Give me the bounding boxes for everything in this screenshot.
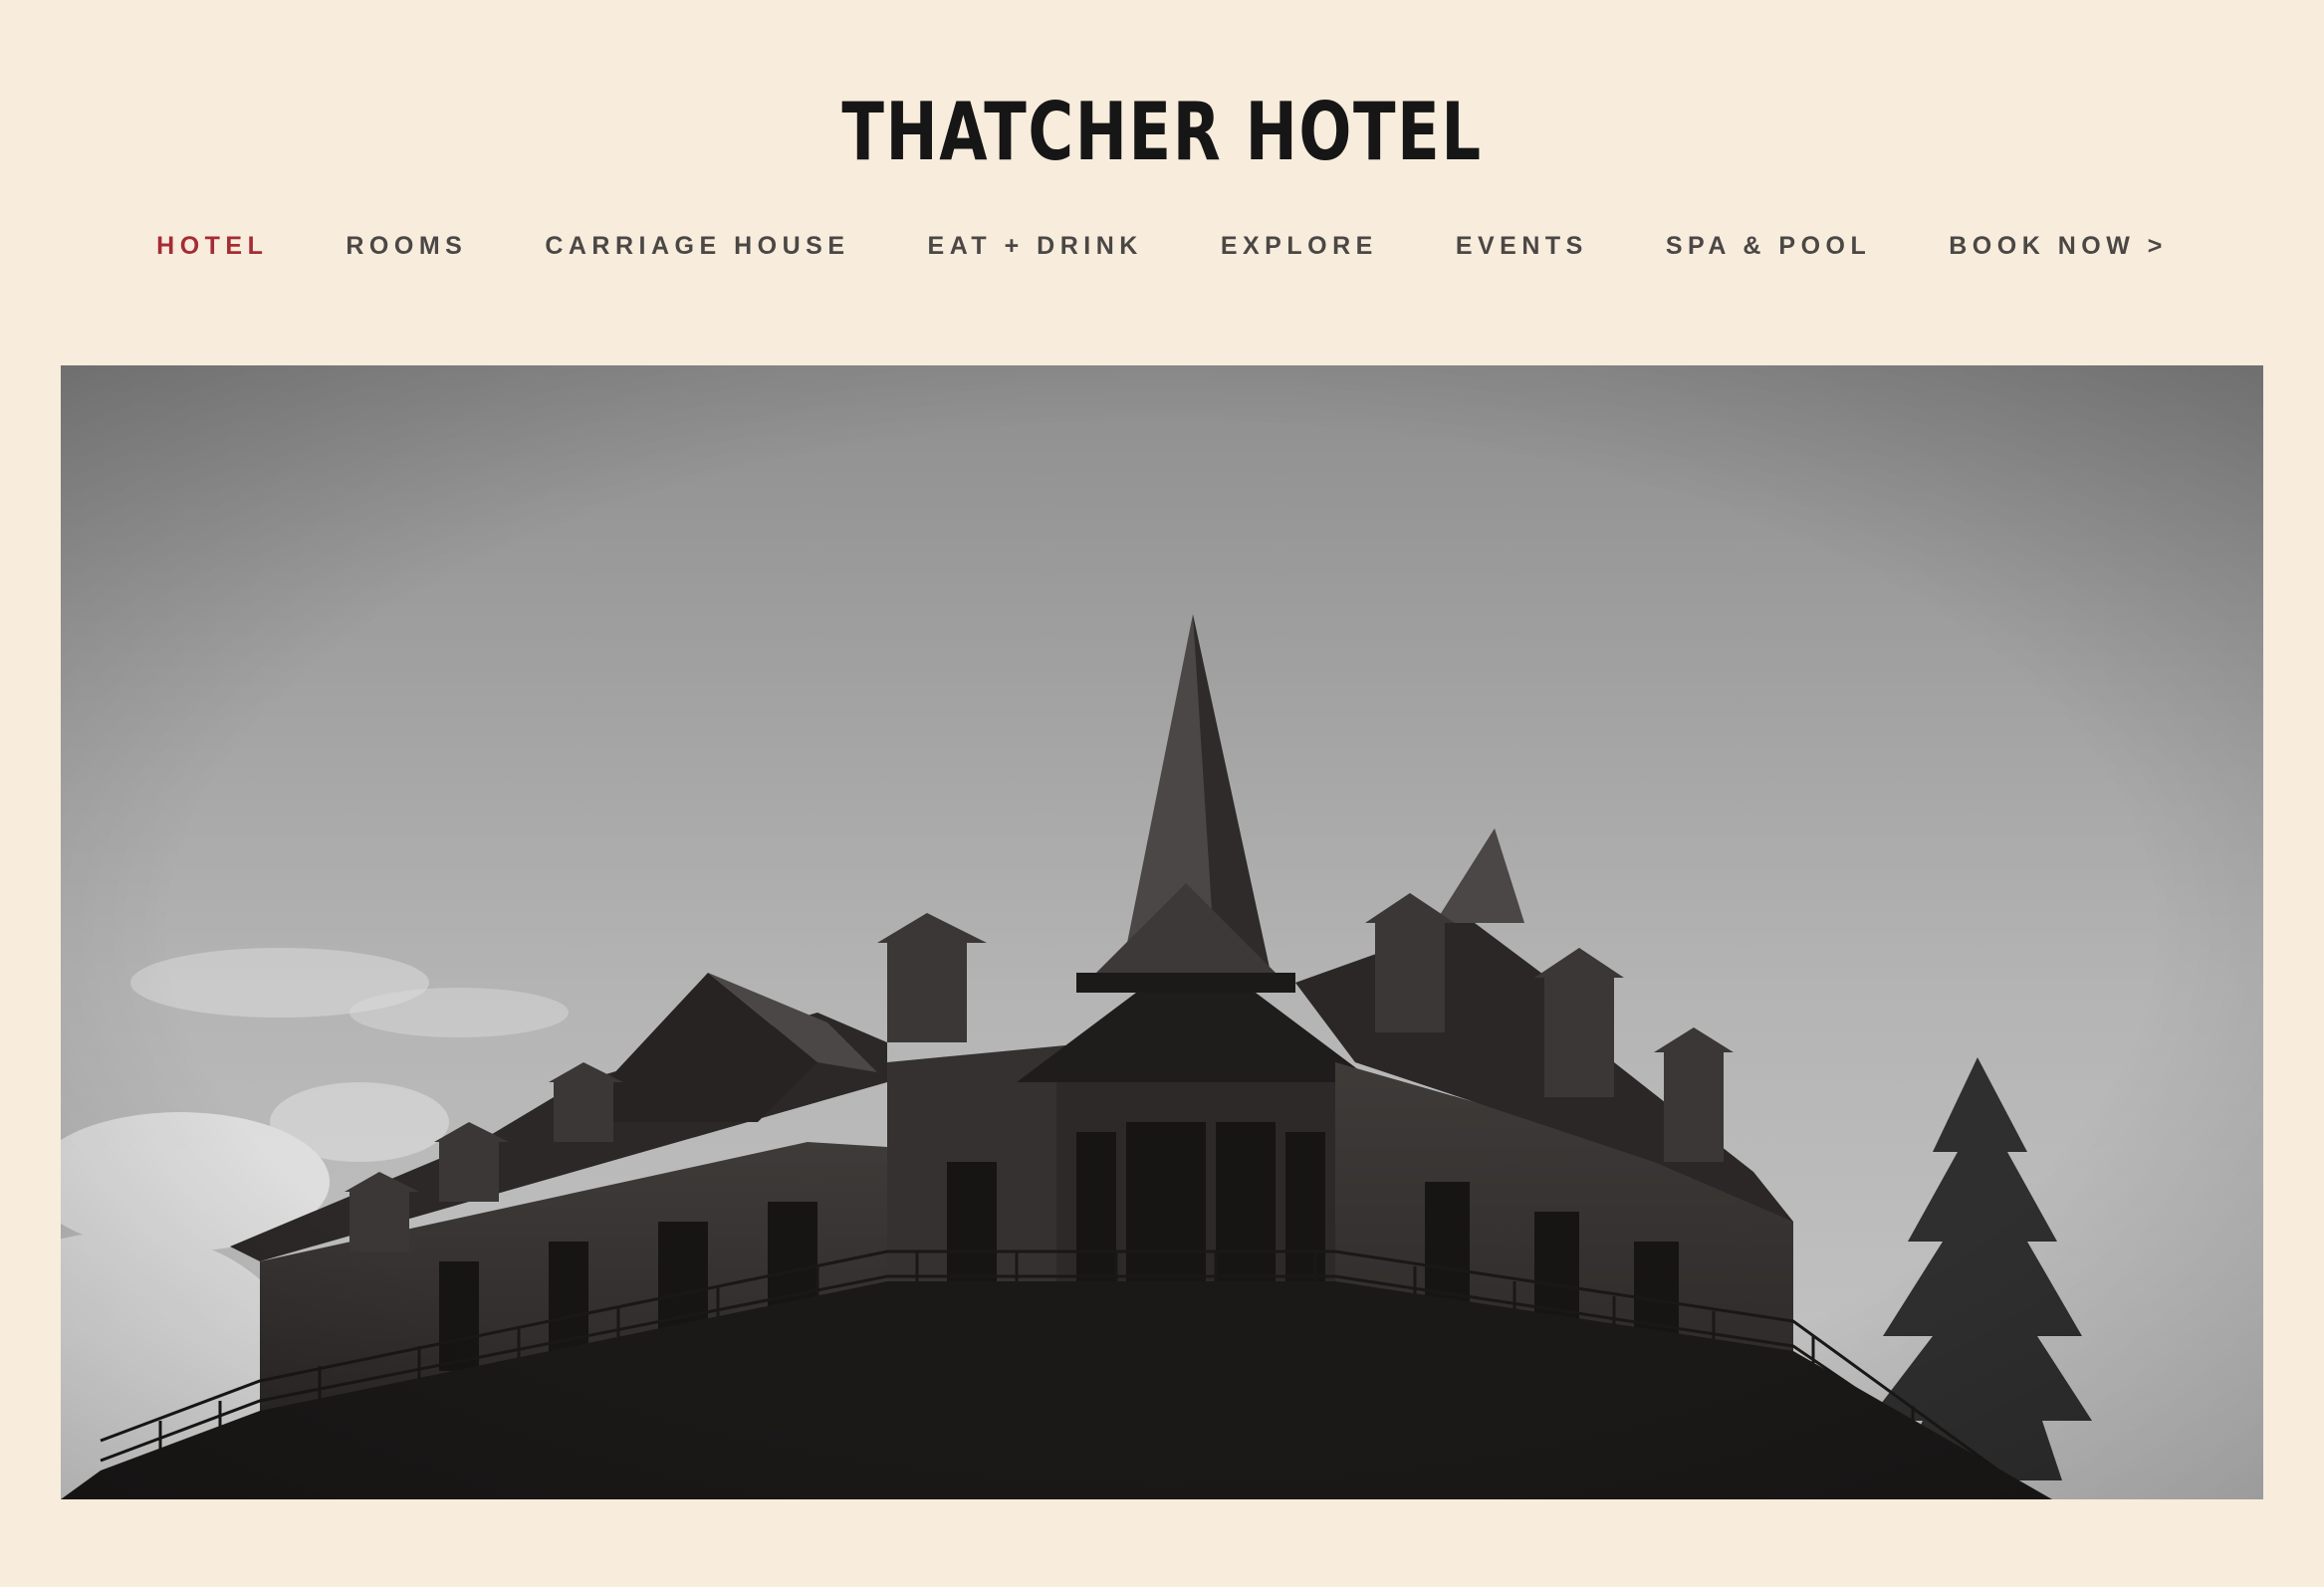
nav-item-spa-pool[interactable]: SPA & POOL — [1666, 231, 1871, 261]
nav-item-hotel[interactable]: HOTEL — [156, 231, 268, 261]
main-navigation: HOTEL ROOMS CARRIAGE HOUSE EAT + DRINK E… — [0, 231, 2324, 261]
hotel-photo — [61, 365, 2263, 1499]
nav-item-events[interactable]: EVENTS — [1456, 231, 1588, 261]
nav-item-eat-drink[interactable]: EAT + DRINK — [928, 231, 1143, 261]
nav-item-book-now[interactable]: BOOK NOW > — [1949, 231, 2168, 261]
nav-item-explore[interactable]: EXPLORE — [1221, 231, 1378, 261]
nav-item-carriage-house[interactable]: CARRIAGE HOUSE — [545, 231, 849, 261]
nav-item-rooms[interactable]: ROOMS — [346, 231, 467, 261]
site-logo-title[interactable]: THATCHER HOTEL — [256, 88, 2069, 177]
hero-image — [61, 365, 2263, 1499]
